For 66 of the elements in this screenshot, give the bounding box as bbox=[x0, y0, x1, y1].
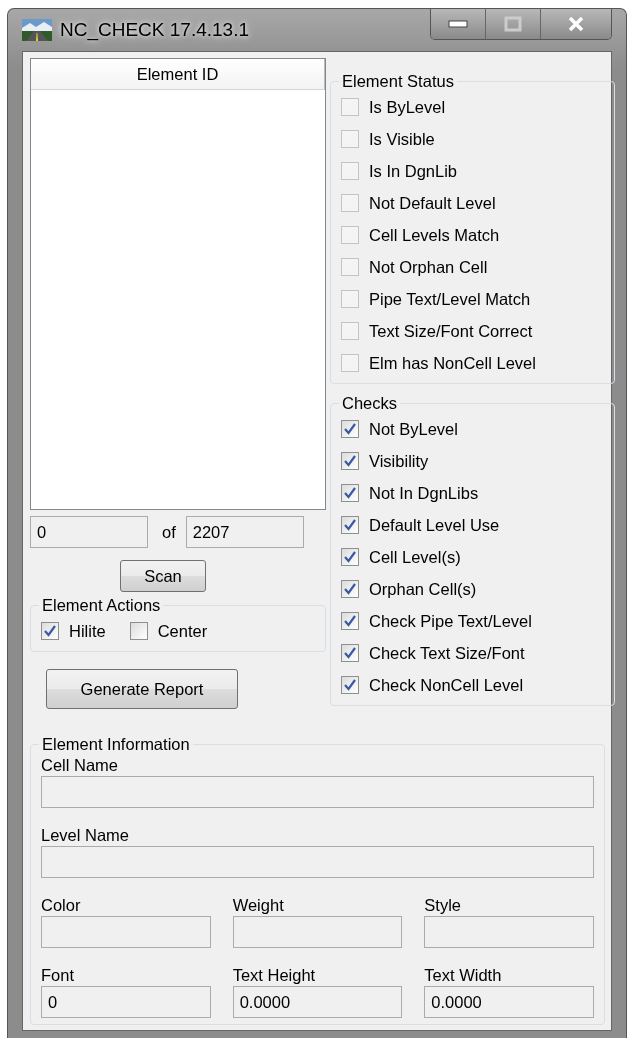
checkbox[interactable] bbox=[341, 580, 359, 598]
checkbox[interactable] bbox=[341, 484, 359, 502]
checkbox-label: Check NonCell Level bbox=[369, 675, 524, 695]
minimize-button[interactable] bbox=[431, 9, 485, 39]
text-field[interactable]: 0 bbox=[41, 986, 211, 1018]
checkbox-label: Is Visible bbox=[369, 129, 435, 149]
text-field[interactable] bbox=[232, 916, 403, 948]
group-title: Checks bbox=[341, 394, 399, 413]
text-field[interactable] bbox=[41, 846, 594, 878]
minimize-icon bbox=[448, 20, 468, 28]
checkbox[interactable] bbox=[341, 676, 359, 694]
checkbox-label: Orphan Cell(s) bbox=[369, 579, 477, 599]
close-button[interactable] bbox=[540, 9, 611, 39]
field-label: Text Height bbox=[232, 965, 317, 986]
group-title: Element Information bbox=[41, 735, 191, 754]
group-title: Element Status bbox=[341, 72, 455, 91]
checkbox-label: Not In DgnLibs bbox=[369, 483, 479, 503]
checkbox[interactable] bbox=[341, 452, 359, 470]
close-icon bbox=[567, 16, 585, 32]
checkbox-label: Not ByLevel bbox=[369, 419, 458, 439]
scan-button[interactable]: Scan bbox=[120, 560, 206, 592]
field-label: Text Width bbox=[424, 965, 503, 986]
field-label: Level Name bbox=[41, 825, 131, 846]
checkbox-label: Visibility bbox=[369, 451, 429, 471]
checkbox-label: Is ByLevel bbox=[369, 97, 446, 117]
generate-report-button[interactable]: Generate Report bbox=[46, 669, 238, 709]
maximize-icon bbox=[504, 16, 522, 32]
checkbox-label: Is In DgnLib bbox=[369, 161, 458, 181]
checkbox-label: Not Default Level bbox=[369, 193, 496, 213]
element-list[interactable]: Element ID bbox=[30, 58, 326, 510]
checkbox-label: Center bbox=[157, 621, 208, 641]
checkbox-label: Cell Level(s) bbox=[369, 547, 461, 567]
checkbox-label: Elm has NonCell Level bbox=[369, 353, 536, 373]
window-title: NC_CHECK 17.4.13.1 bbox=[60, 19, 250, 41]
group-title: Element Actions bbox=[41, 596, 162, 615]
of-label: of bbox=[162, 522, 176, 542]
checkbox-label: Default Level Use bbox=[369, 515, 500, 535]
checkbox-label: Pipe Text/Level Match bbox=[369, 289, 531, 309]
checkbox-label: Check Text Size/Font bbox=[369, 643, 525, 663]
checkbox-label: Not Orphan Cell bbox=[369, 257, 488, 277]
checkbox[interactable] bbox=[341, 516, 359, 534]
checkbox[interactable] bbox=[341, 420, 359, 438]
text-field[interactable] bbox=[41, 916, 211, 948]
field-label: Font bbox=[41, 965, 76, 986]
checkbox-label: Cell Levels Match bbox=[369, 225, 500, 245]
field-label: Cell Name bbox=[41, 755, 120, 776]
checkbox[interactable] bbox=[341, 548, 359, 566]
checkbox[interactable] bbox=[341, 644, 359, 662]
text-field[interactable] bbox=[41, 776, 594, 808]
text-field[interactable] bbox=[424, 916, 594, 948]
road-icon bbox=[22, 19, 52, 41]
field-label: Style bbox=[424, 895, 462, 916]
checkbox[interactable] bbox=[129, 622, 148, 640]
checkbox[interactable] bbox=[41, 622, 59, 640]
checkbox-label: Text Size/Font Correct bbox=[369, 321, 533, 341]
checkbox-label: Check Pipe Text/Level bbox=[369, 611, 532, 631]
text-field[interactable]: 0.0000 bbox=[232, 986, 403, 1018]
text-field[interactable]: 0 bbox=[30, 516, 148, 548]
field-label: Weight bbox=[232, 895, 285, 916]
checkbox[interactable] bbox=[341, 612, 359, 630]
checkbox-label: Hilite bbox=[69, 621, 106, 641]
maximize-button[interactable] bbox=[485, 9, 540, 39]
text-field[interactable]: 0.0000 bbox=[424, 986, 594, 1018]
field-label: Color bbox=[41, 895, 82, 916]
column-header[interactable]: Element ID bbox=[31, 59, 325, 90]
text-field[interactable]: 2207 bbox=[185, 516, 304, 548]
